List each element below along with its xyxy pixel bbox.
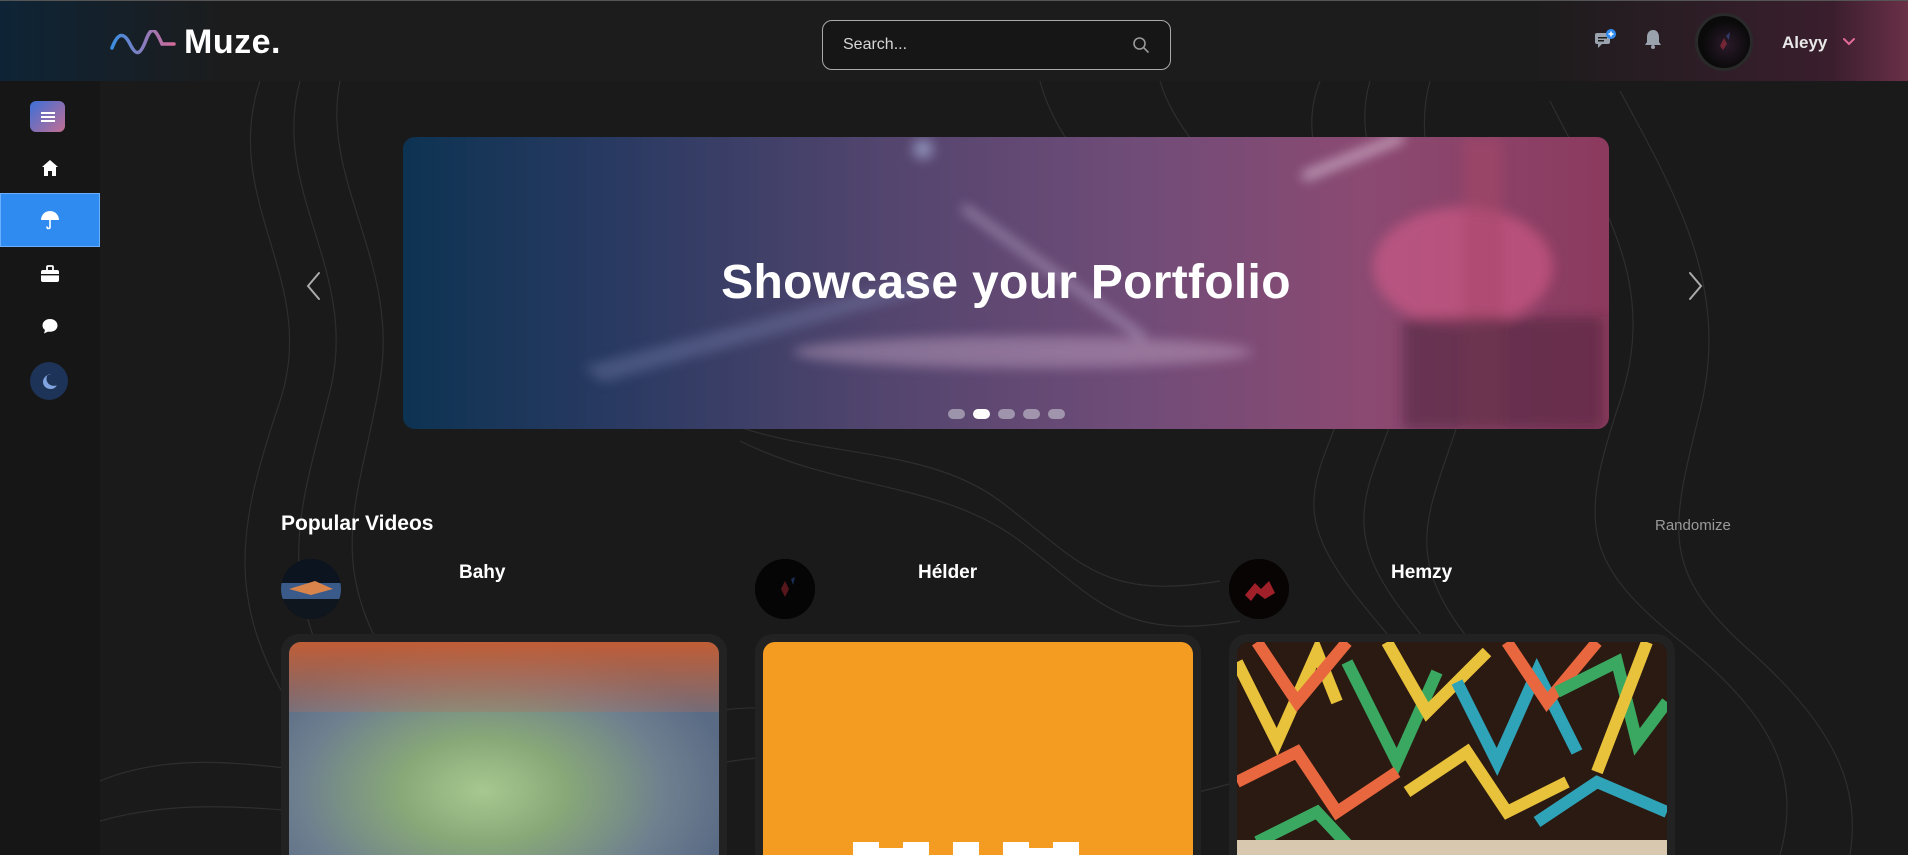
brand-name: Muze. (184, 23, 281, 61)
chat-icon (42, 319, 58, 334)
carousel-dot[interactable] (997, 409, 1015, 419)
theme-toggle[interactable] (30, 362, 68, 400)
sidebar-item-portfolio[interactable] (0, 193, 100, 247)
avatar-image (281, 559, 341, 619)
hero-carousel[interactable]: Showcase your Portfolio (403, 137, 1609, 429)
avatar-image (1720, 32, 1730, 50)
video-card[interactable] (1229, 634, 1675, 855)
home-icon (42, 160, 58, 176)
video-card[interactable] (755, 634, 1201, 855)
chat-notification-icon[interactable] (1594, 29, 1616, 49)
top-bar: Muze. Aleyy (0, 0, 1908, 81)
creator-avatar[interactable] (1229, 559, 1289, 619)
search-input[interactable] (843, 36, 1132, 54)
section-title: Popular Videos (281, 512, 434, 535)
bell-icon[interactable] (1643, 28, 1663, 50)
sidebar-item-home[interactable] (0, 141, 100, 195)
creator-name[interactable]: Bahy (459, 562, 505, 584)
avatar-image (1229, 559, 1289, 619)
randomize-button[interactable]: Randomize (1655, 517, 1731, 534)
avatar-image (755, 559, 815, 619)
creator-name[interactable]: Hemzy (1391, 562, 1452, 584)
umbrella-icon (41, 211, 59, 230)
video-thumbnail[interactable] (289, 642, 719, 855)
logo-wave-icon (110, 29, 176, 54)
menu-icon (40, 111, 55, 122)
user-avatar[interactable] (1695, 13, 1753, 71)
carousel-next-arrow[interactable] (1687, 270, 1705, 302)
moon-icon (43, 374, 57, 389)
video-card[interactable] (281, 634, 727, 855)
carousel-dot[interactable] (947, 409, 965, 419)
carousel-dot-active[interactable] (972, 409, 990, 419)
carousel-dot[interactable] (1022, 409, 1040, 419)
thumbnail-artwork (853, 842, 1079, 855)
thumbnail-artwork (1237, 642, 1667, 855)
user-name[interactable]: Aleyy (1782, 33, 1827, 53)
carousel-pagination (403, 409, 1609, 419)
creator-name[interactable]: Hélder (918, 562, 977, 584)
creator-avatar[interactable] (755, 559, 815, 619)
video-thumbnail[interactable] (763, 642, 1193, 855)
video-thumbnail[interactable] (1237, 642, 1667, 855)
search-bar[interactable] (822, 20, 1171, 70)
carousel-dot[interactable] (1047, 409, 1065, 419)
sidebar-item-jobs[interactable] (0, 247, 100, 301)
brand-logo[interactable]: Muze. (110, 23, 281, 62)
carousel-prev-arrow[interactable] (304, 270, 322, 302)
carousel-title: Showcase your Portfolio (721, 256, 1291, 309)
search-icon[interactable] (1132, 36, 1150, 54)
chevron-down-icon[interactable] (1842, 37, 1856, 47)
briefcase-icon (41, 265, 59, 282)
sidebar-item-messages[interactable] (0, 299, 100, 353)
sidebar-menu-toggle[interactable] (30, 101, 65, 132)
creator-avatar[interactable] (281, 559, 341, 619)
